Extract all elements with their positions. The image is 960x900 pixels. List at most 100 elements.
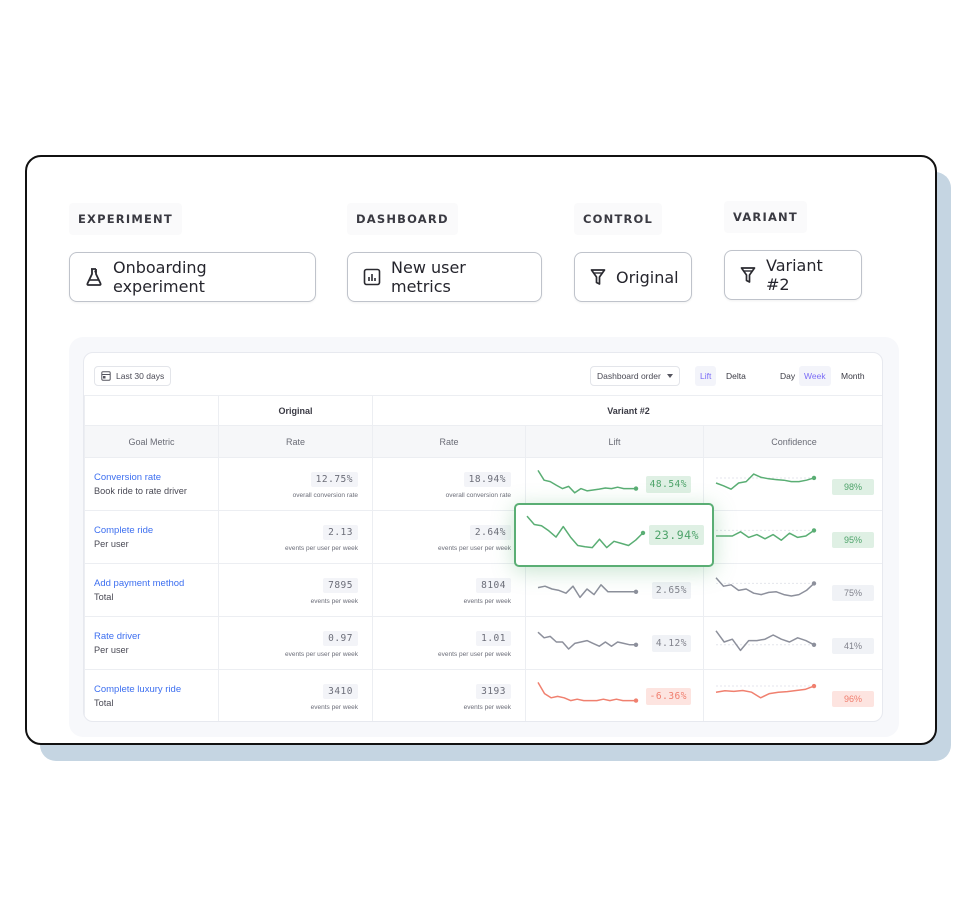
- metric-subtitle: Per user: [94, 539, 129, 549]
- experiment-label: EXPERIMENT: [69, 203, 182, 235]
- sparkline-path: [537, 631, 636, 650]
- sparkline-path: [715, 685, 815, 699]
- original-rate-cell: 2.13 events per user per week: [218, 510, 373, 564]
- toggle-delta[interactable]: Delta: [721, 366, 751, 386]
- sort-order-label: Dashboard order: [597, 371, 661, 381]
- table-row: Complete luxury ride Total 3410 events p…: [84, 669, 882, 721]
- metric-name-link[interactable]: Complete ride: [94, 525, 218, 536]
- sparkline-path: [537, 682, 636, 702]
- sparkline-end-point: [633, 642, 639, 647]
- confidence-sparkline: [715, 630, 817, 652]
- variant-label: VARIANT: [724, 201, 807, 233]
- lift-cell: -6.36%: [525, 669, 704, 721]
- metric-name-link[interactable]: Complete luxury ride: [94, 684, 218, 695]
- original-rate-desc: events per user per week: [285, 651, 358, 658]
- original-rate-desc: events per week: [310, 598, 358, 605]
- variant-rate-value: 1.01: [476, 631, 511, 646]
- highlighted-lift-value: 23.94%: [649, 525, 704, 545]
- table-row: Rate driver Per user 0.97 events per use…: [84, 616, 882, 670]
- variant-rate-cell: 8104 events per week: [372, 563, 526, 617]
- group-header-row: Original Variant #2: [84, 395, 882, 426]
- confidence-value: 41%: [832, 638, 875, 654]
- variant-rate-desc: events per week: [463, 704, 511, 711]
- sparkline-end-point: [811, 528, 817, 533]
- funnel-icon: [590, 269, 606, 285]
- sparkline-path: [715, 473, 815, 490]
- confidence-value: 75%: [832, 585, 875, 601]
- original-rate-cell: 0.97 events per user per week: [218, 616, 373, 670]
- sparkline-path: [715, 577, 815, 597]
- confidence-cell: 95%: [702, 510, 882, 564]
- variant-rate-cell: 18.94% overall conversion rate: [372, 457, 526, 511]
- highlighted-lift-card[interactable]: 23.94%: [514, 503, 714, 567]
- original-rate-cell: 7895 events per week: [218, 563, 373, 617]
- lift-cell: 4.12%: [525, 616, 704, 670]
- variant-rate-value: 3193: [476, 684, 511, 699]
- group-header-control: Original: [218, 395, 373, 426]
- original-rate-desc: events per user per week: [285, 545, 358, 552]
- toggle-month[interactable]: Month: [836, 366, 870, 386]
- metrics-table: Original Variant #2 Goal Metric Rate Rat…: [84, 395, 882, 721]
- original-rate-cell: 3410 events per week: [218, 669, 373, 721]
- original-rate-cell: 12.75% overall conversion rate: [218, 457, 373, 511]
- metric-name-link[interactable]: Rate driver: [94, 631, 218, 642]
- col-variant-rate: Rate: [372, 425, 526, 458]
- col-original-rate: Rate: [218, 425, 373, 458]
- dashboard-toolbar: Last 30 days Dashboard order Lift Delta …: [84, 353, 882, 395]
- col-lift: Lift: [525, 425, 704, 458]
- experiment-selector[interactable]: Onboarding experiment: [69, 252, 316, 302]
- goal-metric-cell: Conversion rate Book ride to rate driver: [84, 457, 219, 511]
- variant-rate-value: 8104: [476, 578, 511, 593]
- metric-subtitle: Total: [94, 592, 114, 602]
- column-header-row: Goal Metric Rate Rate Lift Confidence: [84, 425, 882, 458]
- metric-name-link[interactable]: Add payment method: [94, 578, 218, 589]
- metric-subtitle: Total: [94, 698, 114, 708]
- metric-name-link[interactable]: Conversion rate: [94, 472, 218, 483]
- confidence-cell: 41%: [702, 616, 882, 670]
- toggle-day[interactable]: Day: [775, 366, 800, 386]
- metric-subtitle: Per user: [94, 645, 129, 655]
- lift-sparkline: [537, 584, 639, 599]
- bar-chart-icon: [363, 268, 381, 286]
- toggle-lift[interactable]: Lift: [695, 366, 717, 386]
- confidence-cell: 98%: [702, 457, 882, 511]
- flask-icon: [86, 268, 102, 286]
- sparkline-end-point: [633, 589, 639, 594]
- confidence-value: 95%: [832, 532, 875, 548]
- lift-cell: 2.65%: [525, 563, 704, 617]
- original-rate-value: 0.97: [323, 631, 358, 646]
- sparkline-path: [526, 515, 644, 549]
- original-rate-value: 2.13: [323, 525, 358, 540]
- variant-rate-cell: 1.01 events per user per week: [372, 616, 526, 670]
- date-range-label: Last 30 days: [116, 371, 165, 381]
- lift-value: 48.54%: [645, 476, 691, 493]
- variant-rate-value: 18.94%: [463, 472, 511, 487]
- sort-order-dropdown[interactable]: Dashboard order: [590, 366, 680, 386]
- table-row: Complete ride Per user 2.13 events per u…: [84, 510, 882, 564]
- dashboard-selector[interactable]: New user metrics: [347, 252, 542, 302]
- lift-value: 2.65%: [651, 582, 691, 599]
- lift-sparkline: [537, 631, 639, 650]
- sparkline-path: [537, 584, 636, 599]
- variant-selector[interactable]: Variant #2: [724, 250, 862, 300]
- original-rate-desc: events per week: [310, 704, 358, 711]
- variant-rate-desc: overall conversion rate: [445, 492, 511, 499]
- variant-rate-cell: 2.64% events per user per week: [372, 510, 526, 564]
- caret-down-icon: [666, 374, 673, 378]
- confidence-cell: 75%: [702, 563, 882, 617]
- dashboard-label: DASHBOARD: [347, 203, 458, 235]
- original-rate-desc: overall conversion rate: [292, 492, 358, 499]
- control-label: CONTROL: [574, 203, 663, 235]
- table-row: Add payment method Total 7895 events per…: [84, 563, 882, 617]
- date-range-button[interactable]: Last 30 days: [94, 366, 172, 386]
- group-header-variant: Variant #2: [371, 395, 882, 426]
- control-selector[interactable]: Original: [574, 252, 692, 302]
- sparkline-end-point: [633, 486, 639, 491]
- toggle-week[interactable]: Week: [799, 366, 831, 386]
- lift-value: 4.12%: [651, 635, 691, 652]
- variant-rate-desc: events per week: [463, 598, 511, 605]
- funnel-icon: [740, 267, 756, 283]
- sparkline-path: [716, 529, 815, 541]
- confidence-value: 96%: [832, 691, 875, 707]
- calendar-icon: [101, 371, 111, 381]
